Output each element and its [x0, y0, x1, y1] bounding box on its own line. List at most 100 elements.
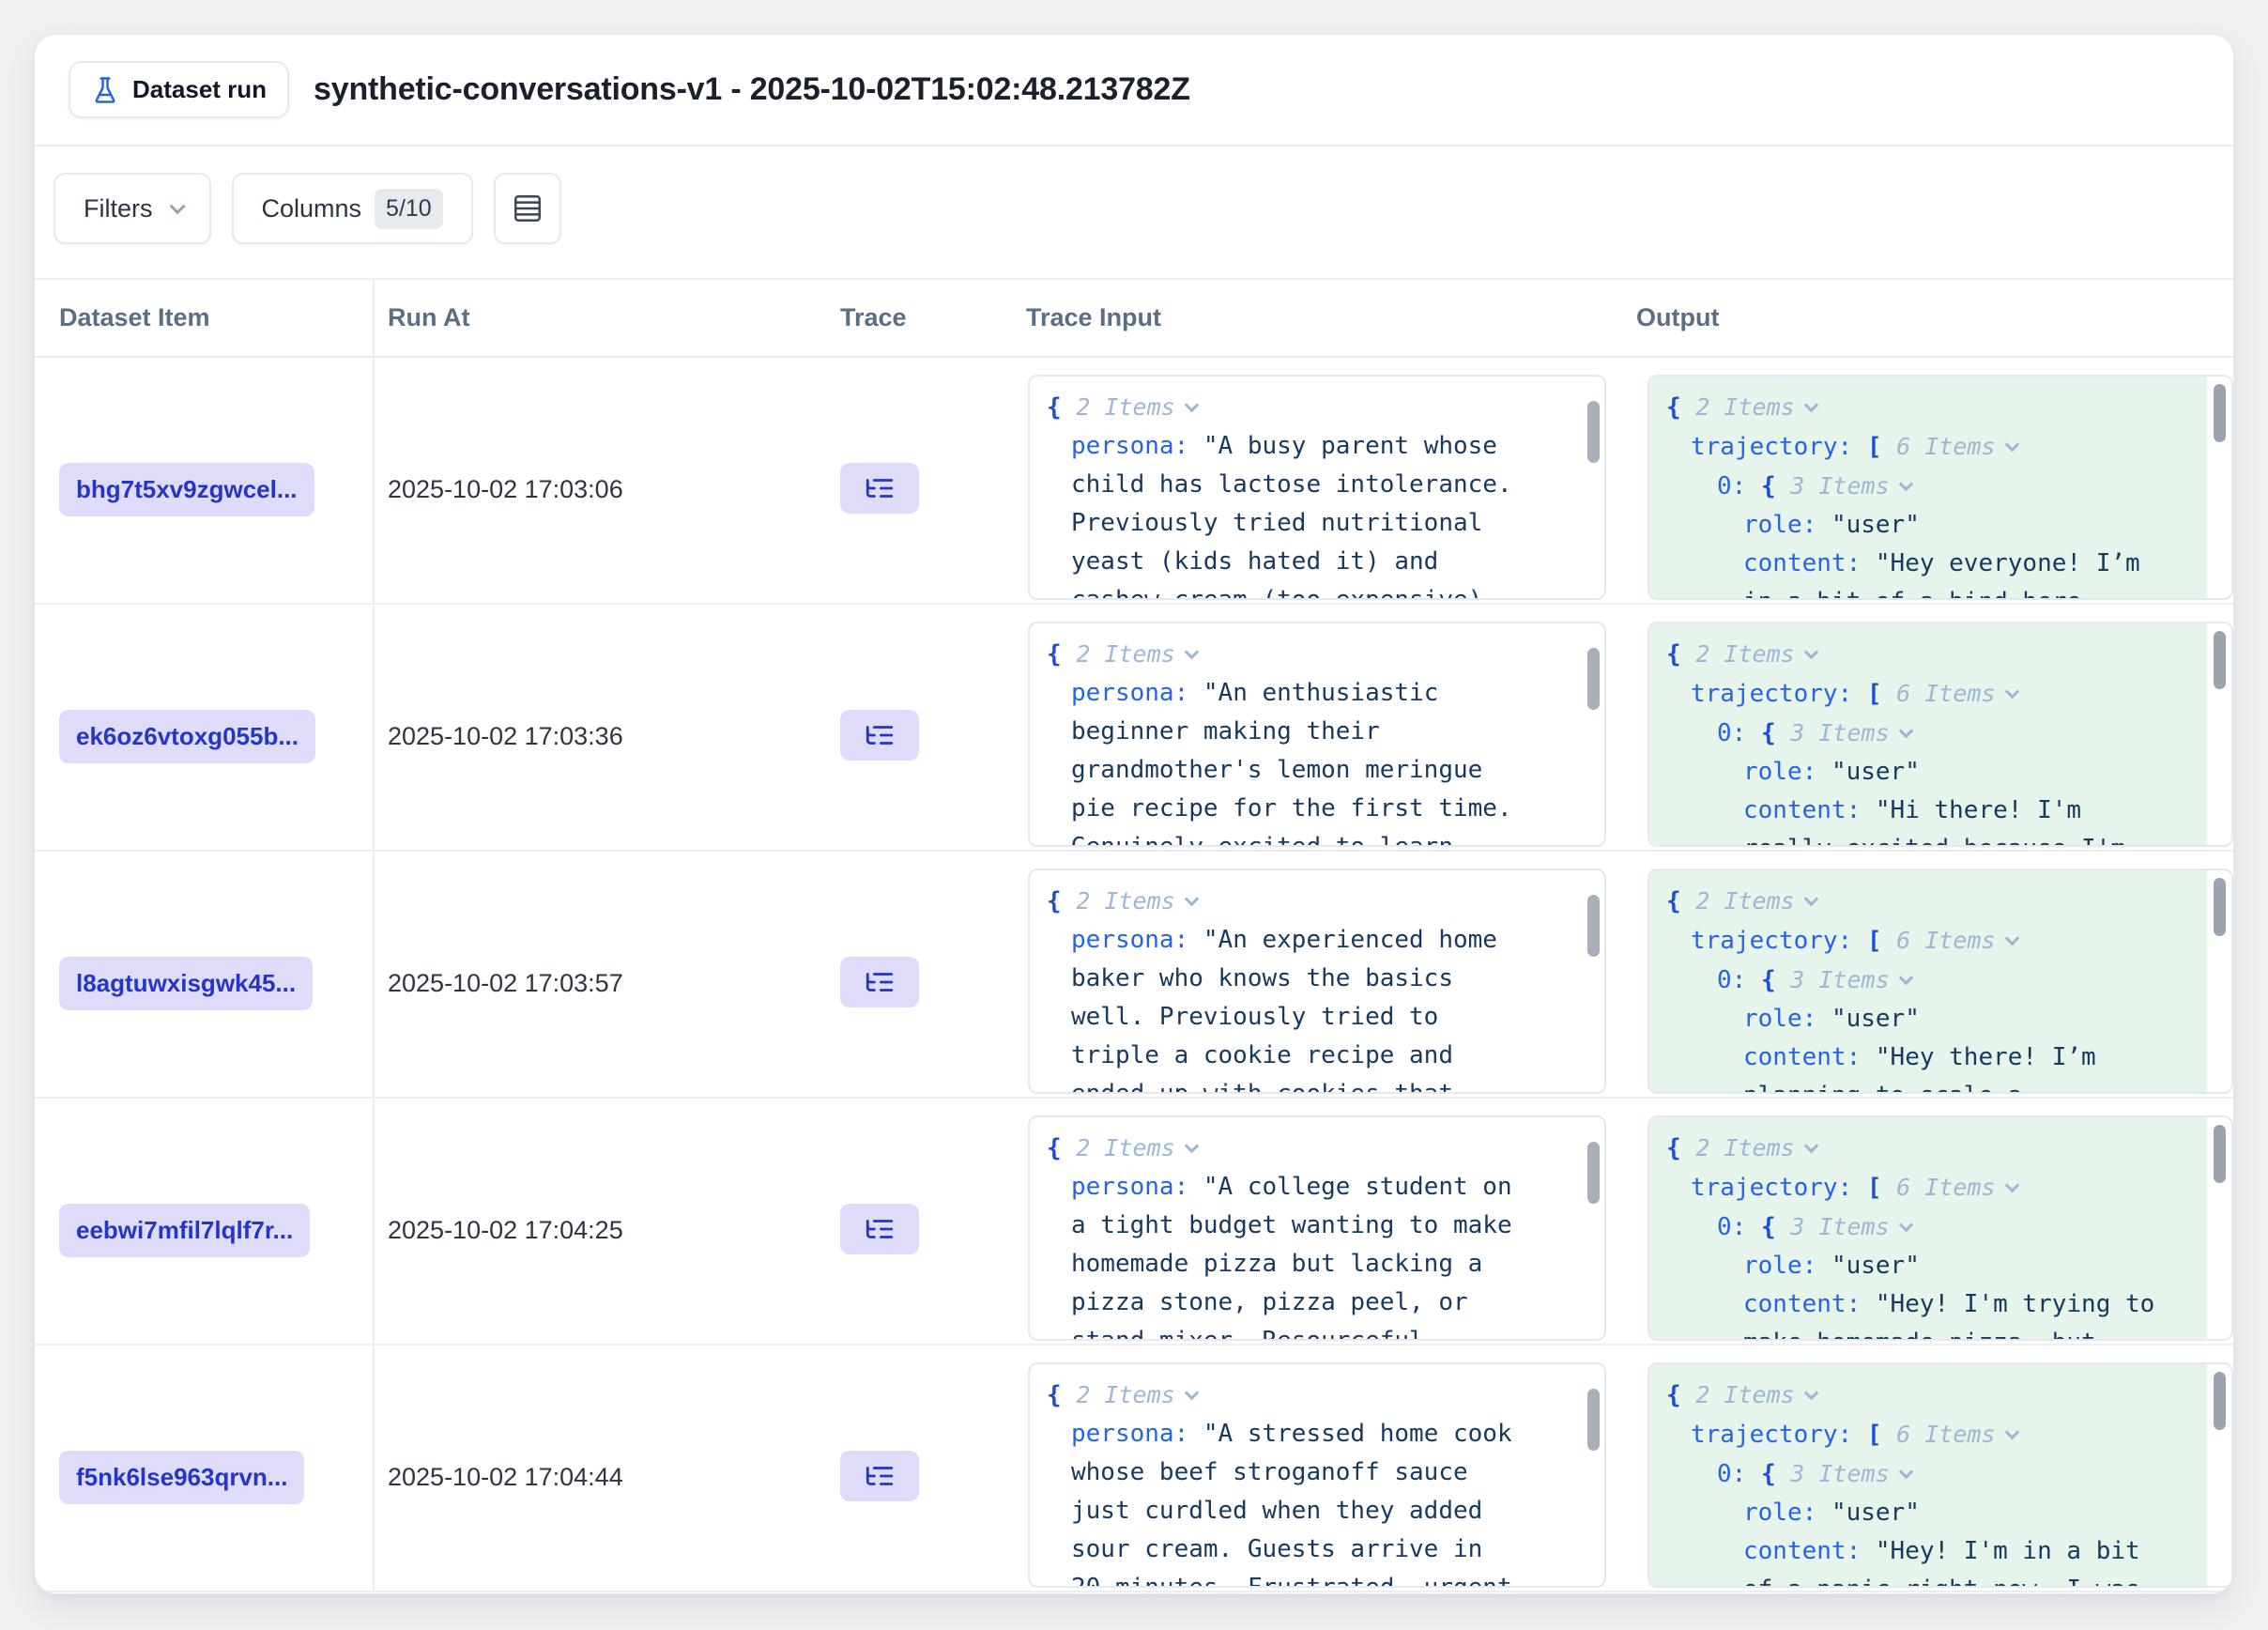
output-json-viewer[interactable]: { 2 Items trajectory: [ 6 Items 0: { 3 I… — [1647, 869, 2233, 1094]
dataset-item-link[interactable]: l8agtuwxisgwk45... — [59, 957, 313, 1010]
chevron-down-icon — [1803, 1386, 1818, 1401]
filters-button[interactable]: Filters — [54, 173, 211, 244]
page-title: synthetic-conversations-v1 - 2025-10-02T… — [314, 71, 1190, 108]
chevron-down-icon — [2004, 684, 2019, 700]
trace-input-json-viewer[interactable]: { 2 Items persona: "An enthusiastic begi… — [1028, 622, 1606, 847]
items-count-toggle[interactable]: 2 Items — [1695, 1134, 1794, 1161]
items-count-toggle[interactable]: 2 Items — [1695, 887, 1794, 915]
run-at-cell: 2025-10-02 17:03:06 — [375, 358, 814, 603]
run-at-value: 2025-10-02 17:04:25 — [388, 1216, 623, 1244]
items-count-toggle[interactable]: 6 Items — [1896, 1421, 1995, 1448]
scrollbar-thumb[interactable] — [1587, 1389, 1600, 1451]
items-count-toggle[interactable]: 6 Items — [1896, 1174, 1995, 1201]
run-at-value: 2025-10-02 17:03:06 — [388, 475, 623, 503]
run-at-cell: 2025-10-02 17:04:44 — [375, 1346, 814, 1591]
trace-cell — [814, 358, 1026, 603]
trace-button[interactable] — [840, 1204, 919, 1254]
trace-input-cell: { 2 Items persona: "An experienced home … — [1026, 852, 1636, 1097]
columns-button[interactable]: Columns 5/10 — [232, 173, 473, 244]
toolbar: Filters Columns 5/10 — [35, 146, 2233, 244]
scrollbar-thumb[interactable] — [1587, 401, 1600, 463]
items-count-toggle[interactable]: 3 Items — [1790, 1213, 1889, 1240]
dataset-item-cell: ek6oz6vtoxg055b... — [35, 605, 375, 850]
row-height-button[interactable] — [494, 173, 561, 244]
filters-button-label: Filters — [84, 194, 153, 223]
items-count-toggle[interactable]: 3 Items — [1790, 719, 1889, 746]
items-count-toggle[interactable]: 3 Items — [1790, 966, 1889, 993]
table-row: bhg7t5xv9zgwcel... 2025-10-02 17:03:06 {… — [35, 358, 2233, 605]
chevron-down-icon — [1898, 1465, 1913, 1480]
table-row: ek6oz6vtoxg055b... 2025-10-02 17:03:36 {… — [35, 605, 2233, 852]
list-tree-icon — [864, 719, 896, 751]
items-count-toggle[interactable]: 6 Items — [1896, 927, 1995, 954]
output-json-content: { 2 Items trajectory: [ 6 Items 0: { 3 I… — [1649, 870, 2207, 1094]
output-json-viewer[interactable]: { 2 Items trajectory: [ 6 Items 0: { 3 I… — [1647, 1362, 2233, 1588]
items-count-toggle[interactable]: 2 Items — [1695, 640, 1794, 668]
trace-input-json-viewer[interactable]: { 2 Items persona: "An experienced home … — [1028, 869, 1606, 1094]
chevron-down-icon — [1898, 971, 1913, 986]
output-cell: { 2 Items trajectory: [ 6 Items 0: { 3 I… — [1636, 1099, 2233, 1344]
items-count-toggle[interactable]: 6 Items — [1896, 680, 1995, 707]
output-json-viewer[interactable]: { 2 Items trajectory: [ 6 Items 0: { 3 I… — [1647, 375, 2233, 600]
dataset-run-card: Dataset run synthetic-conversations-v1 -… — [34, 34, 2234, 1594]
scrollbar-thumb[interactable] — [1587, 895, 1600, 957]
flask-icon — [91, 76, 119, 104]
scrollbar-thumb[interactable] — [2214, 1372, 2226, 1430]
scrollbar-thumb[interactable] — [2214, 631, 2226, 689]
items-count-toggle[interactable]: 2 Items — [1076, 393, 1174, 421]
scrollbar-thumb[interactable] — [2214, 384, 2226, 442]
dataset-item-cell: eebwi7mfil7lqlf7r... — [35, 1099, 375, 1344]
output-cell: { 2 Items trajectory: [ 6 Items 0: { 3 I… — [1636, 358, 2233, 603]
dataset-item-link[interactable]: bhg7t5xv9zgwcel... — [59, 463, 314, 516]
items-count-toggle[interactable]: 2 Items — [1695, 1381, 1794, 1408]
items-count-toggle[interactable]: 2 Items — [1695, 393, 1794, 421]
dataset-item-cell: l8agtuwxisgwk45... — [35, 852, 375, 1097]
role-value: "user" — [1831, 1005, 1920, 1033]
column-header-run-at: Run At — [375, 280, 814, 356]
items-count-toggle[interactable]: 3 Items — [1790, 472, 1889, 500]
columns-count-badge: 5/10 — [375, 189, 443, 229]
column-header-trace-input: Trace Input — [1026, 280, 1636, 356]
list-tree-icon — [864, 472, 896, 504]
table-row: f5nk6lse963qrvn... 2025-10-02 17:04:44 {… — [35, 1346, 2233, 1592]
trace-button[interactable] — [840, 710, 919, 761]
trace-input-json-content: { 2 Items persona: "A college student on… — [1030, 1117, 1580, 1341]
table-row: l8agtuwxisgwk45... 2025-10-02 17:03:57 {… — [35, 852, 2233, 1099]
output-json-viewer[interactable]: { 2 Items trajectory: [ 6 Items 0: { 3 I… — [1647, 622, 2233, 847]
trace-cell — [814, 1099, 1026, 1344]
trace-input-json-viewer[interactable]: { 2 Items persona: "A college student on… — [1028, 1115, 1606, 1341]
output-cell: { 2 Items trajectory: [ 6 Items 0: { 3 I… — [1636, 605, 2233, 850]
list-tree-icon — [864, 1213, 896, 1245]
dataset-item-link[interactable]: eebwi7mfil7lqlf7r... — [59, 1204, 310, 1257]
dataset-item-link[interactable]: f5nk6lse963qrvn... — [59, 1451, 304, 1504]
items-count-toggle[interactable]: 2 Items — [1076, 640, 1174, 668]
trace-input-json-viewer[interactable]: { 2 Items persona: "A busy parent whose … — [1028, 375, 1606, 600]
items-count-toggle[interactable]: 2 Items — [1076, 887, 1174, 915]
rows-icon — [512, 192, 544, 224]
table-row: eebwi7mfil7lqlf7r... 2025-10-02 17:04:25… — [35, 1099, 2233, 1346]
scrollbar-thumb[interactable] — [2214, 1125, 2226, 1183]
trace-input-cell: { 2 Items persona: "A stressed home cook… — [1026, 1346, 1636, 1591]
trace-button[interactable] — [840, 1451, 919, 1501]
trace-cell — [814, 605, 1026, 850]
items-count-toggle[interactable]: 2 Items — [1076, 1381, 1174, 1408]
output-cell: { 2 Items trajectory: [ 6 Items 0: { 3 I… — [1636, 1346, 2233, 1591]
output-json-content: { 2 Items trajectory: [ 6 Items 0: { 3 I… — [1649, 377, 2207, 600]
trace-button[interactable] — [840, 957, 919, 1007]
table-body: bhg7t5xv9zgwcel... 2025-10-02 17:03:06 {… — [35, 358, 2233, 1592]
trace-input-json-viewer[interactable]: { 2 Items persona: "A stressed home cook… — [1028, 1362, 1606, 1588]
columns-button-label: Columns — [262, 194, 362, 223]
items-count-toggle[interactable]: 6 Items — [1896, 433, 1995, 460]
output-json-content: { 2 Items trajectory: [ 6 Items 0: { 3 I… — [1649, 1117, 2207, 1341]
trace-button[interactable] — [840, 463, 919, 514]
scrollbar-thumb[interactable] — [2214, 878, 2226, 936]
list-tree-icon — [864, 1460, 896, 1492]
output-json-viewer[interactable]: { 2 Items trajectory: [ 6 Items 0: { 3 I… — [1647, 1115, 2233, 1341]
dataset-run-badge-label: Dataset run — [132, 75, 267, 104]
dataset-item-link[interactable]: ek6oz6vtoxg055b... — [59, 710, 315, 763]
trace-input-cell: { 2 Items persona: "A college student on… — [1026, 1099, 1636, 1344]
scrollbar-thumb[interactable] — [1587, 648, 1600, 710]
items-count-toggle[interactable]: 2 Items — [1076, 1134, 1174, 1161]
items-count-toggle[interactable]: 3 Items — [1790, 1460, 1889, 1487]
scrollbar-thumb[interactable] — [1587, 1142, 1600, 1204]
